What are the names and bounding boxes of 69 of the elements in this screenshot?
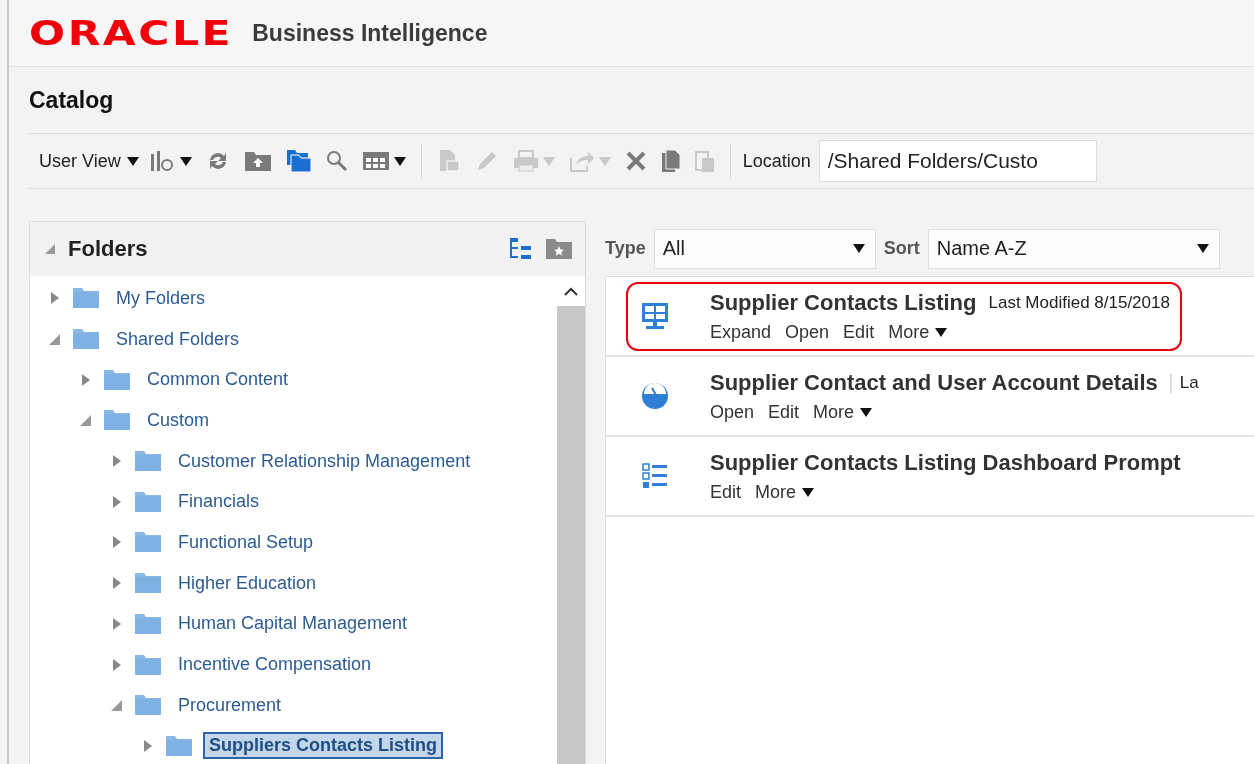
folder-item[interactable]: Suppliers Contacts Listing <box>203 732 444 760</box>
tree-icon[interactable] <box>509 237 533 261</box>
caret-icon <box>860 407 873 417</box>
folder-icon <box>72 287 100 310</box>
sort-label: Sort <box>883 238 920 259</box>
folder-icon <box>134 612 162 635</box>
folder-item[interactable]: Customer Relationship Management <box>172 447 477 475</box>
view-menu[interactable]: User View <box>39 150 139 172</box>
action-link[interactable]: More <box>755 481 815 503</box>
sort-dropdown[interactable]: Name A-Z <box>927 228 1220 269</box>
modified-date: Last Modified 8/15/2018 <box>988 292 1170 313</box>
action-link[interactable]: Expand <box>710 321 772 343</box>
item-title[interactable]: Supplier Contacts Listing <box>710 289 977 316</box>
type-label: Type <box>605 238 646 259</box>
action-link[interactable]: Edit <box>768 401 800 423</box>
caret-icon <box>1196 244 1209 253</box>
folder-icon <box>134 653 162 676</box>
action-link[interactable]: More <box>813 401 873 423</box>
collapse-arrow-icon[interactable] <box>44 243 56 255</box>
folder-item[interactable]: Human Capital Management <box>172 610 414 638</box>
folder-icon <box>165 734 193 757</box>
folder-item[interactable]: Custom <box>141 406 215 434</box>
panel-title: Folders <box>68 236 149 262</box>
collapse-arrow-icon[interactable] <box>79 413 93 428</box>
folder-item[interactable]: Functional Setup <box>172 528 320 556</box>
type-dropdown[interactable]: All <box>653 228 876 269</box>
action-link[interactable]: Edit <box>710 481 742 503</box>
folder-icon <box>134 490 162 513</box>
location-label: Location <box>742 150 811 172</box>
product-name: Business Intelligence <box>252 19 488 47</box>
location-field[interactable]: /Shared Folders/Custo <box>818 140 1097 182</box>
logo: ORACLE <box>29 13 234 53</box>
folder-icon <box>134 694 162 717</box>
action-link[interactable]: Edit <box>843 321 875 343</box>
caret-icon <box>802 487 815 497</box>
page-title: Catalog <box>28 85 115 115</box>
gauge-icon <box>640 381 670 411</box>
action-link[interactable]: Open <box>710 401 755 423</box>
folder-icon <box>134 531 162 554</box>
scroll-up-icon[interactable] <box>564 286 578 296</box>
folder-item[interactable]: Incentive Compensation <box>172 651 378 679</box>
folder-star-icon[interactable] <box>545 238 573 260</box>
caret-icon[interactable] <box>179 156 192 166</box>
folder-icon <box>72 328 100 351</box>
folder-icon <box>134 450 162 473</box>
item-title[interactable]: Supplier Contact and User Account Details <box>710 369 1158 396</box>
action-link[interactable]: More <box>888 321 948 343</box>
caret-icon[interactable] <box>393 156 406 166</box>
folder-icon <box>103 368 131 391</box>
grid-icon[interactable] <box>361 151 390 171</box>
collapse-arrow-icon[interactable] <box>110 698 124 713</box>
caret-icon <box>852 244 865 253</box>
folder-item[interactable]: My Folders <box>110 284 211 312</box>
modified-date: La <box>1169 372 1199 393</box>
folder-item[interactable]: Financials <box>172 488 266 516</box>
folder-item[interactable]: Procurement <box>172 691 288 719</box>
folder-icon <box>134 572 162 595</box>
folder-item[interactable]: Higher Education <box>172 569 323 597</box>
folder-item[interactable]: Common Content <box>141 366 295 394</box>
folder-icon <box>103 409 131 432</box>
action-link[interactable]: Open <box>785 321 830 343</box>
chart-icon[interactable] <box>149 150 176 172</box>
caret-icon <box>935 327 948 337</box>
item-title[interactable]: Supplier Contacts Listing Dashboard Prompt <box>710 449 1181 476</box>
folder-item[interactable]: Shared Folders <box>110 325 246 353</box>
monitor-icon <box>640 301 670 331</box>
caret-icon <box>126 156 139 166</box>
checklist-icon <box>640 461 670 491</box>
collapse-arrow-icon[interactable] <box>48 332 62 347</box>
